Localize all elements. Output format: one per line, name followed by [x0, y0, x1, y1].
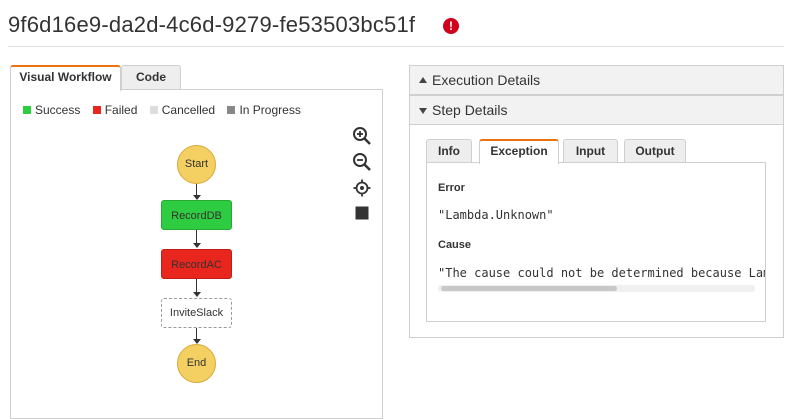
arrow-head [193, 292, 201, 297]
tab-info[interactable]: Info [426, 139, 472, 163]
legend-swatch-success [23, 106, 31, 114]
step-details-header[interactable]: Step Details [409, 95, 784, 125]
cause-label: Cause [438, 239, 472, 251]
legend-label: Success [35, 103, 81, 117]
caret-up-icon [419, 77, 427, 83]
state-recordac[interactable]: RecordAC [161, 249, 232, 279]
section-label: Execution Details [432, 72, 541, 88]
legend-label: Cancelled [161, 103, 216, 117]
legend-in-progress: In Progress [227, 103, 301, 117]
horizontal-scrollbar[interactable] [438, 285, 755, 292]
workflow-edge [196, 279, 197, 293]
caret-down-icon [419, 108, 427, 114]
arrow-head [193, 243, 201, 248]
execution-details-header[interactable]: Execution Details [409, 65, 784, 95]
legend-label: In Progress [239, 103, 301, 117]
zoom-in-icon[interactable] [352, 126, 372, 146]
tab-code[interactable]: Code [121, 65, 181, 90]
error-icon: ! [443, 18, 459, 34]
title-divider [8, 46, 784, 47]
state-end[interactable]: End [177, 344, 216, 383]
tab-visual-workflow[interactable]: Visual Workflow [10, 65, 121, 91]
error-value: "Lambda.Unknown" [438, 208, 554, 222]
error-label: Error [438, 182, 465, 194]
exception-content: Error "Lambda.Unknown" Cause "The cause … [426, 162, 766, 322]
legend-success: Success [23, 103, 80, 117]
state-start[interactable]: Start [177, 145, 216, 184]
graph-legend: Success Failed Cancelled In Progress [23, 103, 310, 117]
scrollbar-thumb[interactable] [441, 286, 617, 291]
legend-swatch-in-progress [227, 106, 236, 114]
legend-cancelled: Cancelled [149, 103, 216, 117]
workflow-edge [196, 230, 197, 244]
tab-exception[interactable]: Exception [479, 139, 559, 164]
legend-swatch-cancelled [149, 106, 158, 114]
legend-label: Failed [104, 103, 138, 117]
tab-input[interactable]: Input [563, 139, 618, 163]
section-label: Step Details [432, 102, 508, 118]
state-inviteslack[interactable]: InviteSlack [161, 298, 232, 328]
state-recorddb[interactable]: RecordDB [161, 200, 232, 230]
legend-swatch-failed [92, 106, 101, 114]
stop-icon[interactable] [352, 204, 372, 224]
center-icon[interactable] [352, 178, 372, 198]
legend-failed: Failed [92, 103, 138, 117]
zoom-out-icon[interactable] [352, 152, 372, 172]
cause-value: "The cause could not be determined becau… [438, 266, 766, 280]
execution-title: 9f6d16e9-da2d-4c6d-9279-fe53503bc51f [8, 12, 416, 37]
tab-output[interactable]: Output [624, 139, 686, 163]
